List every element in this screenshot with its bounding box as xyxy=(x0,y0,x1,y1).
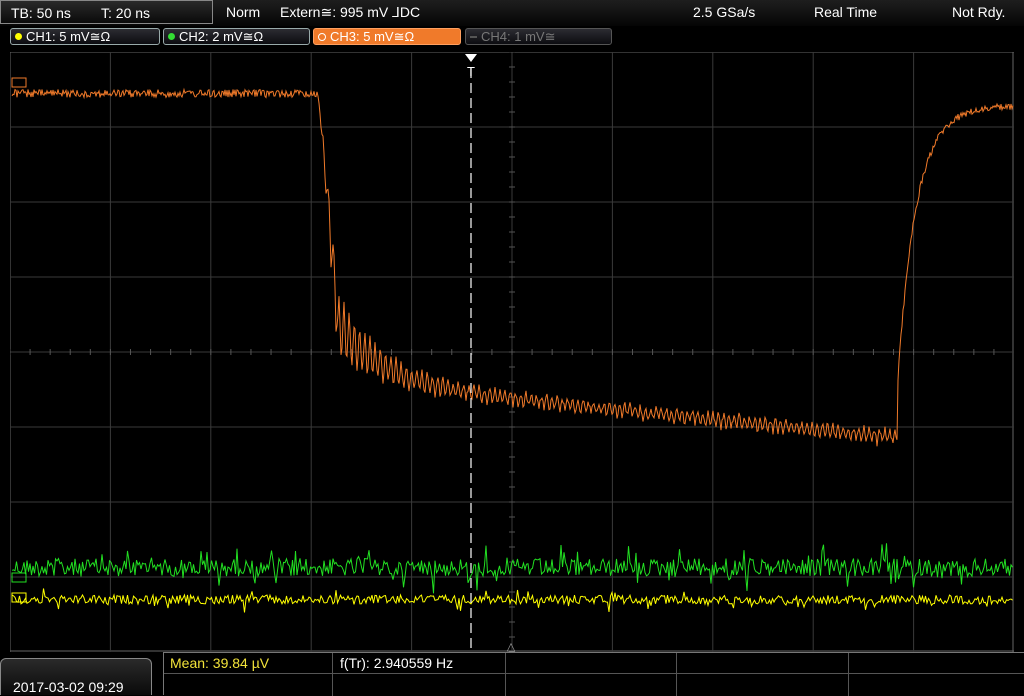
channel-3-label: CH3: 5 mV≅Ω xyxy=(330,29,415,44)
measurement-column-divider xyxy=(676,653,677,696)
channel-4-label: CH4: 1 mV≅ xyxy=(481,29,556,44)
trigger-marker-label: T xyxy=(467,64,475,79)
channel-2-dot-icon xyxy=(168,33,175,41)
channel-3-offset-marker[interactable] xyxy=(11,77,27,88)
channel-4-dash-icon xyxy=(470,35,477,38)
datetime-label: 2017-03-02 09:29 xyxy=(13,679,124,695)
date-box: 2017-03-02 09:29 xyxy=(0,658,152,695)
channel-1-tab[interactable]: CH1: 5 mV≅Ω xyxy=(10,28,160,45)
measurement-column-divider xyxy=(505,653,506,696)
acquisition-status: Not Rdy. xyxy=(952,4,1006,20)
timebase-box[interactable]: TB: 50 ns T: 20 ns xyxy=(0,0,213,24)
trigger-position-label: T: 20 ns xyxy=(101,5,151,21)
status-bar: TB: 50 ns T: 20 ns Norm Extern≅: 995 mV … xyxy=(0,0,1024,26)
trigger-mode[interactable]: Norm xyxy=(226,4,260,20)
channel-3-dot-icon xyxy=(318,32,326,41)
reference-marker-icon: △ xyxy=(507,640,516,652)
channel-1-dot-icon xyxy=(15,33,22,41)
sample-rate[interactable]: 2.5 GSa/s xyxy=(693,4,755,20)
measurement-column-divider xyxy=(848,653,849,696)
measurement-divider xyxy=(164,673,1024,674)
channel-2-tab[interactable]: CH2: 2 mV≅Ω xyxy=(163,28,310,45)
measurement-column-divider xyxy=(332,653,333,696)
channel-1-label: CH1: 5 mV≅Ω xyxy=(26,29,111,44)
channel-bar: CH1: 5 mV≅Ω CH2: 2 mV≅Ω CH3: 5 mV≅Ω CH4:… xyxy=(0,26,1024,48)
trigger-arrow-icon[interactable] xyxy=(465,54,477,62)
channel-4-tab[interactable]: CH4: 1 mV≅ xyxy=(465,28,612,45)
bottom-bar: 2017-03-02 09:29 Mean: 39.84 µV f(Tr): 2… xyxy=(0,652,1024,696)
trigger-source[interactable]: Extern≅: 995 mV ⅃DC xyxy=(280,4,420,21)
frequency-measurement[interactable]: f(Tr): 2.940559 Hz xyxy=(340,655,453,671)
channel-2-label: CH2: 2 mV≅Ω xyxy=(179,29,264,44)
channel-3-tab[interactable]: CH3: 5 mV≅Ω xyxy=(313,28,461,45)
acquisition-mode[interactable]: Real Time xyxy=(814,4,877,20)
waveform-display[interactable]: T △ xyxy=(10,52,1014,652)
mean-measurement[interactable]: Mean: 39.84 µV xyxy=(170,655,269,671)
timebase-label: TB: 50 ns xyxy=(11,5,71,21)
measurement-panel: Mean: 39.84 µV f(Tr): 2.940559 Hz xyxy=(163,652,1024,696)
